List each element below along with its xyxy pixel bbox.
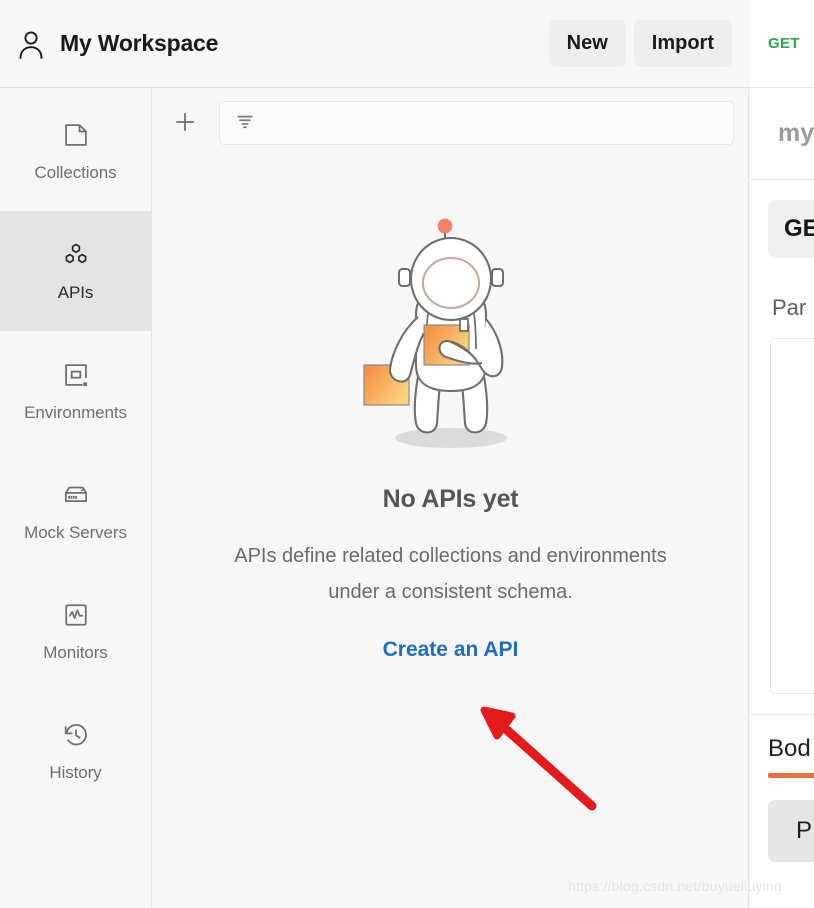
params-tab[interactable]: Par [750,278,814,338]
send-button[interactable]: P [768,800,814,862]
apis-toolbar [153,89,748,157]
body-tab-underline [768,773,814,778]
postman-app-window: My Workspace New Import Collections APIs… [0,0,814,908]
response-tabs: Bod [750,714,814,778]
sidebar-item-label: History [49,762,102,782]
new-button[interactable]: New [548,20,626,67]
sidebar-item-label: APIs [57,282,94,302]
filter-icon [234,110,256,137]
environment-icon [61,360,91,390]
sidebar-item-label: Mock Servers [24,522,127,542]
sidebar-item-apis[interactable]: APIs [0,211,151,331]
filter-input[interactable] [266,114,719,132]
filter-search-box[interactable] [219,101,734,145]
import-button[interactable]: Import [633,20,732,67]
astronaut-illustration [356,207,546,457]
request-editor-area[interactable] [770,338,814,694]
person-icon [16,29,46,59]
create-an-api-link[interactable]: Create an API [383,638,519,662]
apis-panel: No APIs yet APIs define related collecti… [153,89,749,908]
hexagons-icon [61,240,91,270]
header-actions: New Import [548,20,732,67]
empty-state-description: APIs define related collections and envi… [234,545,667,603]
sidebar-item-environments[interactable]: Environments [0,331,151,451]
empty-state-title: No APIs yet [382,485,519,513]
sidebar-item-history[interactable]: History [0,691,151,811]
request-name[interactable]: my [778,119,814,148]
sidebar-item-monitors[interactable]: Monitors [0,571,151,691]
request-url-row: GE [750,180,814,278]
page-title: My Workspace [60,30,219,56]
top-header: My Workspace New Import [0,0,750,88]
method-dropdown[interactable]: GE [768,200,814,258]
request-panel: GET my GE Par Bod P [750,0,814,908]
sidebar-item-label: Environments [24,402,127,422]
apis-empty-state: No APIs yet APIs define related collecti… [153,207,748,662]
clock-history-icon [61,720,91,750]
plus-icon [172,109,198,138]
sidebar-item-mock-servers[interactable]: Mock Servers [0,451,151,571]
sidebar-item-label: Monitors [43,642,108,662]
workspace-selector[interactable]: My Workspace [16,29,549,59]
folder-icon [61,120,91,150]
body-tab[interactable]: Bod [768,735,811,763]
request-tab-method[interactable]: GET [768,35,800,52]
add-api-button[interactable] [165,103,205,143]
sidebar-item-label: Collections [34,162,117,182]
sidebar-item-collections[interactable]: Collections [0,91,151,211]
request-name-bar: my [750,88,814,180]
server-icon [61,480,91,510]
left-sidebar: Collections APIs Environments Mock Serve… [0,89,152,908]
pulse-icon [61,600,91,630]
request-tab-bar: GET [750,0,814,88]
